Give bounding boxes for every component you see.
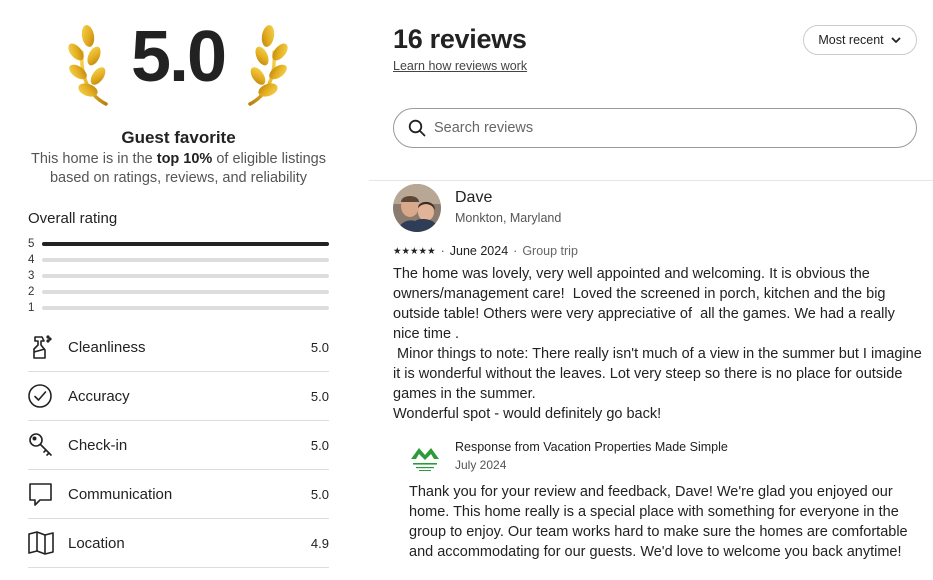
category-check-in: Check-in 5.0 (28, 421, 329, 470)
category-score: 5.0 (310, 437, 329, 453)
guest-favorite-description: This home is in the top 10% of eligible … (28, 150, 329, 188)
reviewer-avatar[interactable] (393, 184, 441, 232)
map-icon (28, 529, 68, 557)
host-response-title: Response from Vacation Properties Made S… (455, 440, 728, 454)
rating-distribution: 5 4 3 2 1 (28, 236, 329, 316)
distribution-star: 3 (28, 270, 35, 282)
distribution-bar (42, 258, 329, 262)
category-accuracy: Accuracy 5.0 (28, 372, 329, 421)
category-label: Location (68, 534, 125, 552)
reviewer-location: Monkton, Maryland (455, 211, 562, 225)
category-location: Location 4.9 (28, 519, 329, 568)
distribution-row: 1 (28, 300, 329, 316)
category-label: Cleanliness (68, 338, 146, 356)
distribution-star: 2 (28, 286, 35, 298)
category-label: Accuracy (68, 387, 130, 405)
host-logo (409, 441, 441, 475)
learn-how-reviews-work-link[interactable]: Learn how reviews work (393, 59, 527, 73)
distribution-star: 5 (28, 238, 35, 250)
distribution-bar (42, 242, 329, 246)
category-ratings: Cleanliness 5.0 Accuracy 5.0 Check-in 5.… (28, 323, 329, 568)
review-paragraph: The home was lovely, very well appointed… (393, 266, 899, 342)
guest-favorite-title: Guest favorite (121, 128, 236, 147)
category-communication: Communication 5.0 (28, 470, 329, 519)
distribution-fill (42, 242, 329, 246)
category-label: Check-in (68, 436, 128, 454)
review-body: The home was lovely, very well appointed… (393, 264, 923, 424)
gf-text-bold: top 10% (156, 151, 213, 167)
distribution-row: 5 (28, 236, 329, 252)
distribution-star: 1 (28, 302, 35, 314)
distribution-row: 3 (28, 268, 329, 284)
distribution-star: 4 (28, 254, 35, 266)
distribution-row: 4 (28, 252, 329, 268)
laurel-right-icon (248, 25, 288, 106)
host-response-date: July 2024 (455, 458, 507, 472)
category-score: 4.9 (310, 535, 329, 551)
search-icon (408, 119, 426, 137)
search-input[interactable] (434, 120, 874, 136)
check-circle-icon (28, 382, 68, 410)
reviewer-name: Dave (455, 189, 493, 206)
sort-dropdown-button[interactable]: Most recent (803, 25, 917, 55)
ratings-panel: 5.0 Guest favorite This home is in the t… (28, 0, 329, 580)
host-response-body: Thank you for your review and feedback, … (409, 484, 908, 560)
key-icon (28, 431, 68, 459)
meta-separator: · (513, 244, 518, 258)
distribution-bar (42, 290, 329, 294)
distribution-bar (42, 274, 329, 278)
guest-favorite-badge: 5.0 (68, 18, 288, 110)
review-paragraph: Minor things to note: There really isn't… (393, 346, 926, 402)
review-meta: ★★★★★ · June 2024 · Group trip (393, 244, 578, 258)
sort-label: Most recent (818, 33, 884, 47)
review-date: June 2024 (449, 244, 509, 258)
chat-bubble-icon (28, 480, 68, 508)
category-score: 5.0 (310, 339, 329, 355)
review-stars: ★★★★★ (393, 245, 436, 257)
section-divider (369, 180, 933, 181)
spray-bottle-icon (28, 333, 68, 361)
trip-type: Group trip (522, 244, 578, 258)
category-score: 5.0 (310, 486, 329, 502)
search-reviews-field[interactable] (393, 108, 917, 148)
category-label: Communication (68, 485, 173, 503)
reviews-count-title: 16 reviews (393, 24, 527, 54)
overall-rating-label: Overall rating (28, 210, 118, 227)
category-cleanliness: Cleanliness 5.0 (28, 323, 329, 372)
category-score: 5.0 (310, 388, 329, 404)
meta-separator: · (440, 244, 445, 258)
gf-text-pre: This home is in the (31, 151, 157, 167)
distribution-bar (42, 306, 329, 310)
distribution-row: 2 (28, 284, 329, 300)
review-paragraph: Wonderful spot - would definitely go bac… (393, 406, 662, 422)
chevron-down-icon (891, 37, 901, 43)
